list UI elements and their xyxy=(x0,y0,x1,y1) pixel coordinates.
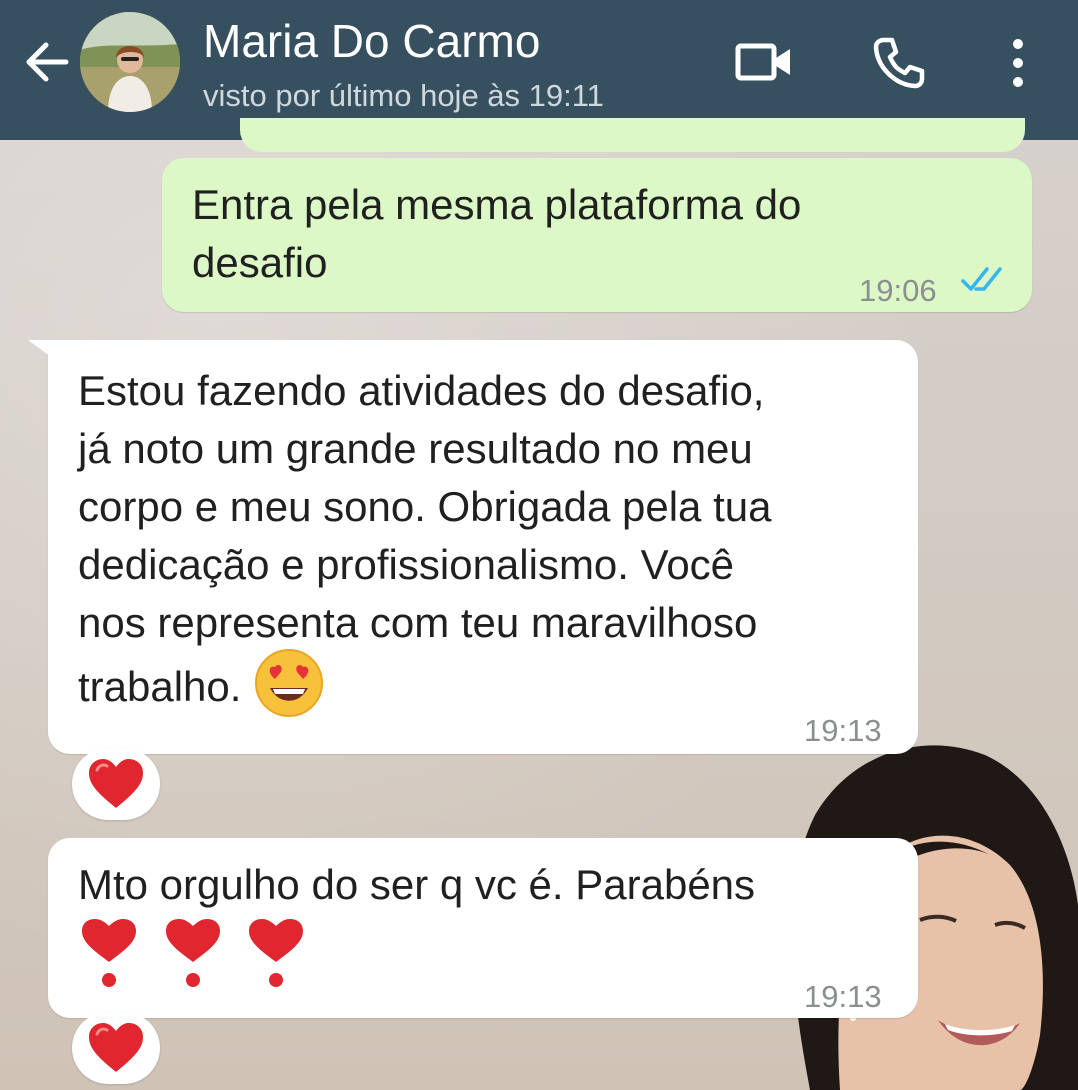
video-call-icon[interactable] xyxy=(734,38,794,86)
message-text-line: nos representa com teu maravilhoso xyxy=(78,599,758,646)
message-text-line: trabalho. xyxy=(78,648,325,719)
red-heart-icon xyxy=(89,1023,143,1072)
message-text-line: Estou fazendo atividades do desafio, xyxy=(78,367,765,414)
heart-exclamation-icon xyxy=(82,919,136,987)
incoming-message-bubble[interactable]: Mto orgulho do ser q vc é. Parabéns 19:1… xyxy=(48,838,918,1018)
message-text-line-end: trabalho. xyxy=(78,663,242,710)
back-arrow-icon[interactable] xyxy=(20,36,72,88)
message-reaction[interactable] xyxy=(72,748,160,820)
message-text-line: já noto um grande resultado no meu xyxy=(78,425,753,472)
emoji-line xyxy=(78,918,307,988)
message-text-line: Entra pela mesma plataforma do xyxy=(192,181,802,228)
message-text-line: corpo e meu sono. Obrigada pela tua xyxy=(78,483,772,530)
heart-exclamation-icon xyxy=(165,919,220,987)
message-text-line: Mto orgulho do ser q vc é. Parabéns xyxy=(78,861,756,908)
contact-name[interactable]: Maria Do Carmo xyxy=(203,14,540,68)
avatar[interactable] xyxy=(80,12,180,112)
last-seen-status: visto por último hoje às 19:11 xyxy=(203,78,604,113)
incoming-message-bubble[interactable]: Estou fazendo atividades do desafio, já … xyxy=(48,340,918,754)
message-reaction[interactable] xyxy=(72,1012,160,1084)
message-text-line: dedicação e profissionalismo. Você xyxy=(78,541,735,588)
message-time: 19:13 xyxy=(804,979,882,1014)
double-check-icon xyxy=(961,267,1002,291)
message-text-line: desafio xyxy=(192,239,328,286)
red-heart-icon xyxy=(89,759,143,808)
more-options-icon[interactable] xyxy=(1000,36,1036,90)
heart-exclamation-icon xyxy=(249,919,304,987)
previous-message-bubble[interactable] xyxy=(240,118,1025,152)
voice-call-icon[interactable] xyxy=(870,34,928,92)
message-time: 19:13 xyxy=(804,713,882,748)
outgoing-message-bubble[interactable]: Entra pela mesma plataforma do desafio 1… xyxy=(162,158,1032,312)
message-time: 19:06 xyxy=(859,273,937,308)
heart-eyes-emoji-icon xyxy=(255,648,324,717)
